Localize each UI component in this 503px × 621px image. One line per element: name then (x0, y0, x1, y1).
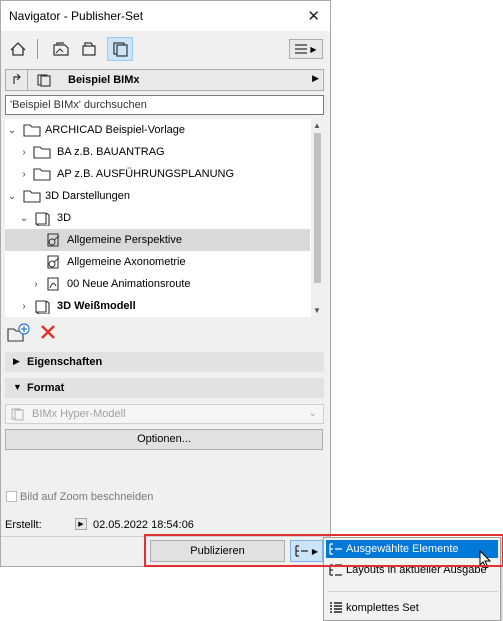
list-selection-icon (295, 545, 308, 557)
menu-item-selected-elements[interactable]: Ausgewählte Elemente (326, 540, 498, 558)
scroll-up-icon[interactable]: ▲ (313, 121, 321, 130)
tree-item-label: 00 Neue Animationsroute (67, 278, 191, 290)
format-select[interactable]: BIMx Hyper-Modell ⌄ (5, 404, 324, 424)
folder-icon (23, 188, 41, 204)
tree-item[interactable]: ⌄ ARCHICAD Beispiel-Vorlage (5, 119, 310, 141)
tree-item[interactable]: › AP z.B. AUSFÜHRUNGSPLANUNG (5, 163, 310, 185)
navigator-window: Navigator - Publisher-Set ✕ ▶ Beispiel B… (0, 0, 331, 567)
expanded-arrow-icon: ▼ (13, 382, 22, 392)
tree-item-label: 3D Darstellungen (45, 190, 130, 202)
bimx-set-icon (36, 73, 52, 90)
menu-arrow-icon: ▶ (311, 546, 319, 556)
bimx-format-icon (11, 408, 25, 424)
collapsed-arrow-icon: ▶ (13, 356, 20, 366)
tree-item-label: Allgemeine Perspektive (67, 234, 182, 246)
publish-button[interactable]: Publizieren (150, 540, 285, 562)
tree-item[interactable]: ⌄ 3D (5, 207, 310, 229)
created-date: 02.05.2022 18:54:06 (93, 519, 194, 531)
set-arrow-icon[interactable]: ▶ (312, 73, 319, 84)
tree-item[interactable]: › BA z.B. BAUANTRAG (5, 141, 310, 163)
selected-elements-icon (326, 543, 346, 555)
tree-item-label: Allgemeine Axonometrie (67, 256, 186, 268)
menu-item-label: Layouts in aktueller Ausgabe (346, 564, 487, 576)
animation-icon (45, 276, 63, 292)
expand-chevron-icon[interactable]: › (19, 147, 29, 158)
publisher-set-selector[interactable]: Beispiel BIMx ▶ (5, 69, 324, 91)
axonometry-icon (45, 254, 63, 270)
menu-arrow-icon: ▶ (310, 44, 317, 54)
add-folder-icon[interactable] (7, 323, 31, 346)
layout-book-icon[interactable] (48, 37, 74, 61)
tree-item-label: ARCHICAD Beispiel-Vorlage (45, 124, 185, 136)
tree-item-label: 3D (57, 212, 72, 224)
menu-item-complete-set[interactable]: komplettes Set (326, 599, 498, 617)
view-map-icon[interactable] (77, 37, 103, 61)
home-icon[interactable] (5, 37, 31, 61)
tree-item-selected[interactable]: Allgemeine Perspektive (5, 229, 310, 251)
3d-view-icon (33, 298, 51, 315)
layouts-icon (326, 564, 346, 576)
chevron-down-icon: ⌄ (308, 408, 317, 419)
tree-scrollbar[interactable]: ▲ ▼ (311, 119, 324, 317)
menu-item-layouts-current[interactable]: Layouts in aktueller Ausgabe (326, 561, 498, 579)
format-label: Format (27, 382, 65, 394)
properties-panel-header[interactable]: ▶ Eigenschaften (5, 352, 324, 372)
folder-icon (33, 166, 51, 182)
created-label: Erstellt: (5, 519, 42, 531)
publish-options-button[interactable]: ▶ (290, 540, 323, 562)
expand-chevron-icon[interactable]: ⌄ (7, 191, 17, 202)
hamburger-menu-icon (295, 44, 308, 54)
format-select-value: BIMx Hyper-Modell (32, 408, 126, 420)
3d-view-icon (33, 210, 51, 227)
menu-divider (328, 591, 498, 592)
publish-dropdown-menu: Ausgewählte Elemente Layouts in aktuelle… (323, 537, 501, 621)
scrollbar-thumb[interactable] (314, 133, 321, 283)
tree-item-label: AP z.B. AUSFÜHRUNGSPLANUNG (57, 168, 235, 180)
delete-icon[interactable] (39, 323, 57, 344)
window-title: Navigator - Publisher-Set (9, 9, 144, 23)
complete-set-icon (326, 602, 346, 614)
tree-item[interactable]: › 3D Weißmodell (5, 295, 310, 317)
expand-chevron-icon[interactable]: ⌄ (19, 213, 29, 224)
tree-item[interactable]: › 00 Neue Animationsroute (5, 273, 310, 295)
options-button[interactable]: Optionen... (5, 429, 323, 450)
tree-item[interactable]: Allgemeine Axonometrie (5, 251, 310, 273)
go-up-icon[interactable] (6, 70, 28, 90)
set-name: Beispiel BIMx (68, 74, 140, 86)
properties-label: Eigenschaften (27, 356, 103, 368)
crop-to-zoom-label: Bild auf Zoom beschneiden (20, 491, 154, 503)
tree-item-label: BA z.B. BAUANTRAG (57, 146, 165, 158)
folder-icon (33, 144, 51, 160)
expand-chevron-icon[interactable]: › (31, 279, 41, 290)
expand-chevron-icon[interactable]: ⌄ (7, 125, 17, 136)
perspective-icon (45, 232, 63, 248)
menu-item-label: komplettes Set (346, 602, 419, 614)
title-bar: Navigator - Publisher-Set ✕ (1, 1, 330, 31)
scroll-down-icon[interactable]: ▼ (313, 306, 321, 315)
search-input[interactable]: 'Beispiel BIMx' durchsuchen (5, 95, 324, 115)
footer-divider (1, 536, 330, 537)
expand-chevron-icon[interactable]: › (19, 301, 29, 312)
publisher-set-icon[interactable] (107, 37, 133, 61)
close-icon[interactable]: ✕ (307, 7, 320, 25)
toolbar-divider (37, 39, 38, 59)
format-panel-header[interactable]: ▼ Format (5, 378, 324, 398)
navigator-tree: ⌄ ARCHICAD Beispiel-Vorlage › BA z.B. BA… (5, 119, 324, 317)
options-menu-button[interactable]: ▶ (289, 39, 323, 59)
tree-item-label: 3D Weißmodell (57, 300, 136, 312)
tree-item[interactable]: ⌄ 3D Darstellungen (5, 185, 310, 207)
folder-icon (23, 122, 41, 138)
menu-item-label: Ausgewählte Elemente (346, 543, 459, 555)
expand-chevron-icon[interactable]: › (19, 169, 29, 180)
crop-to-zoom-checkbox[interactable] (6, 491, 17, 502)
created-expand-icon[interactable]: ▶ (75, 518, 87, 530)
mouse-cursor-icon (479, 550, 492, 569)
